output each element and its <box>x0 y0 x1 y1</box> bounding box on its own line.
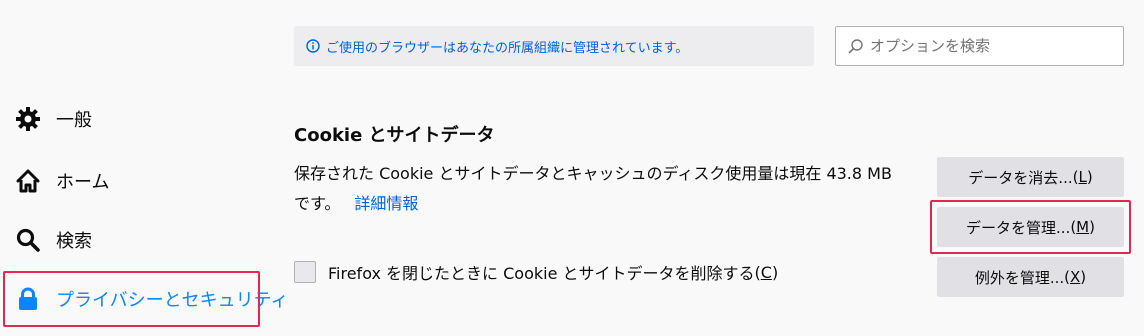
manage-exceptions-accesskey: (X) <box>1064 268 1087 286</box>
checkbox-label[interactable]: Firefox を閉じたときに Cookie とサイトデータを削除する <box>328 260 755 284</box>
clear-data-label: データを消去... <box>968 168 1073 187</box>
sidebar-item-label: 検索 <box>56 231 92 252</box>
clear-data-accesskey: (L) <box>1072 168 1093 186</box>
home-icon <box>14 167 42 195</box>
sidebar-item-general[interactable]: 一般 <box>14 97 92 141</box>
sidebar-item-label: プライバシーとセキュリティ <box>56 290 289 311</box>
manage-data-button[interactable]: データを管理... (M) <box>937 207 1124 247</box>
sidebar-item-privacy[interactable]: プライバシーとセキュリティ <box>14 277 289 321</box>
search-input[interactable] <box>870 37 1110 55</box>
sidebar-item-label: 一般 <box>56 110 92 131</box>
sidebar-item-label: ホーム <box>56 172 110 193</box>
gear-icon <box>14 105 42 133</box>
sidebar-item-home[interactable]: ホーム <box>14 159 109 203</box>
info-icon <box>294 39 326 53</box>
policy-notice-text[interactable]: ご使用のブラウザーはあなたの所属組織に管理されています。 <box>326 37 688 56</box>
learn-more-link[interactable]: 詳細情報 <box>354 194 418 213</box>
delete-on-close-option[interactable]: Firefox を閉じたときに Cookie とサイトデータを削除する (C) <box>294 260 778 284</box>
search-small-icon <box>836 38 870 54</box>
section-title: Cookie とサイトデータ <box>294 125 495 146</box>
preferences-page: 一般 ホーム 検索 プライバシーとセキュリティ ご使用のブラウザーはあなたの所属… <box>0 0 1144 336</box>
manage-exceptions-label: 例外を管理... <box>974 268 1065 287</box>
manage-data-label: データを管理... <box>966 218 1071 237</box>
cookie-usage-description: 保存された Cookie とサイトデータとキャッシュのディスク使用量は現在 43… <box>294 159 904 219</box>
policy-notice[interactable]: ご使用のブラウザーはあなたの所属組織に管理されています。 <box>294 26 814 66</box>
sidebar-item-search[interactable]: 検索 <box>14 218 92 262</box>
manage-data-accesskey: (M) <box>1070 218 1095 236</box>
delete-on-close-checkbox[interactable] <box>294 261 316 283</box>
search-icon <box>14 226 42 254</box>
lock-icon <box>14 285 42 313</box>
clear-data-button[interactable]: データを消去... (L) <box>937 157 1124 197</box>
manage-exceptions-button[interactable]: 例外を管理... (X) <box>937 257 1124 297</box>
options-search-box[interactable] <box>835 26 1124 66</box>
checkbox-accesskey: (C) <box>754 262 779 282</box>
sidebar: 一般 ホーム 検索 プライバシーとセキュリティ <box>0 0 289 336</box>
